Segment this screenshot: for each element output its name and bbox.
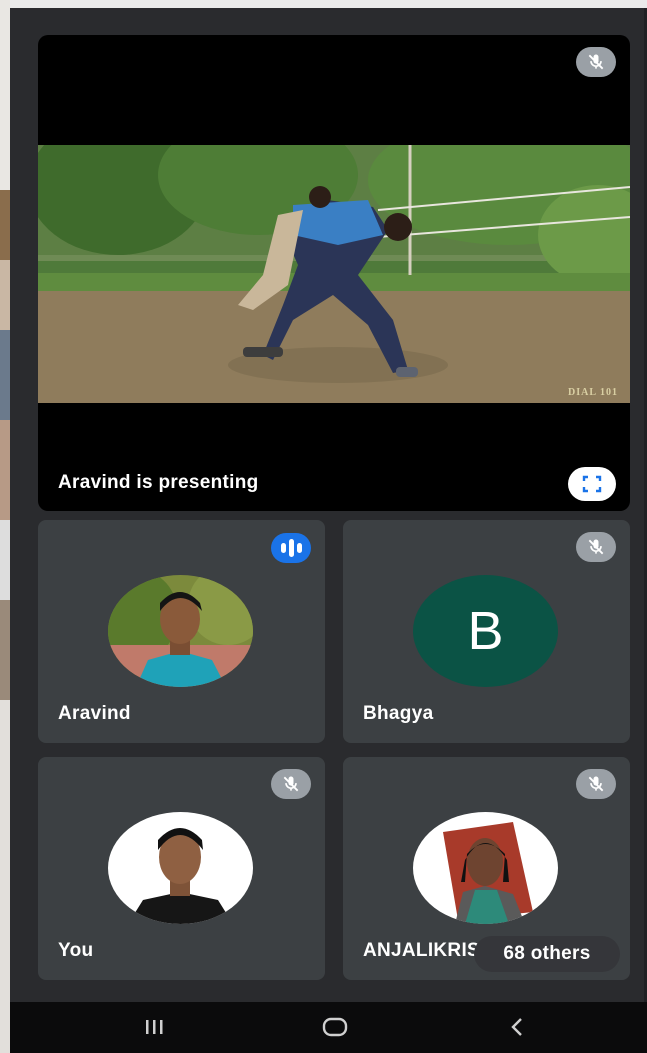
mic-off-icon (271, 769, 311, 799)
fullscreen-button[interactable] (568, 467, 616, 501)
avatar (413, 812, 558, 924)
participant-name: Bhagya (363, 703, 434, 724)
fullscreen-icon (582, 475, 602, 493)
back-button[interactable] (497, 1012, 537, 1042)
presentation-tile[interactable]: DIAL 101 Aravind is presenting (38, 35, 630, 511)
shared-video: DIAL 101 (38, 145, 630, 403)
participant-tile-aravind[interactable]: Aravind (38, 520, 325, 743)
mic-off-icon (576, 47, 616, 77)
status-strip (10, 0, 647, 8)
system-nav-bar (10, 1002, 647, 1053)
watermark: DIAL 101 (568, 387, 618, 398)
participant-tile-bhagya[interactable]: B Bhagya (343, 520, 630, 743)
mic-off-icon (576, 769, 616, 799)
avatar (108, 575, 253, 687)
recents-icon (146, 1020, 163, 1034)
back-icon (511, 1018, 522, 1036)
home-icon (322, 1017, 348, 1037)
participant-name: You (58, 940, 94, 961)
mic-off-icon (576, 532, 616, 562)
presenting-label: Aravind is presenting (58, 472, 259, 493)
avatar: B (413, 575, 558, 687)
home-button[interactable] (315, 1012, 355, 1042)
participant-name: Aravind (58, 703, 131, 724)
avatar-initial: B (467, 601, 504, 661)
others-button[interactable]: 68 others (474, 936, 620, 972)
avatar (108, 812, 253, 924)
speaking-indicator-icon (271, 533, 311, 563)
participant-tile-you[interactable]: You (38, 757, 325, 980)
background-app-edge (0, 0, 10, 1053)
recents-button[interactable] (134, 1012, 174, 1042)
